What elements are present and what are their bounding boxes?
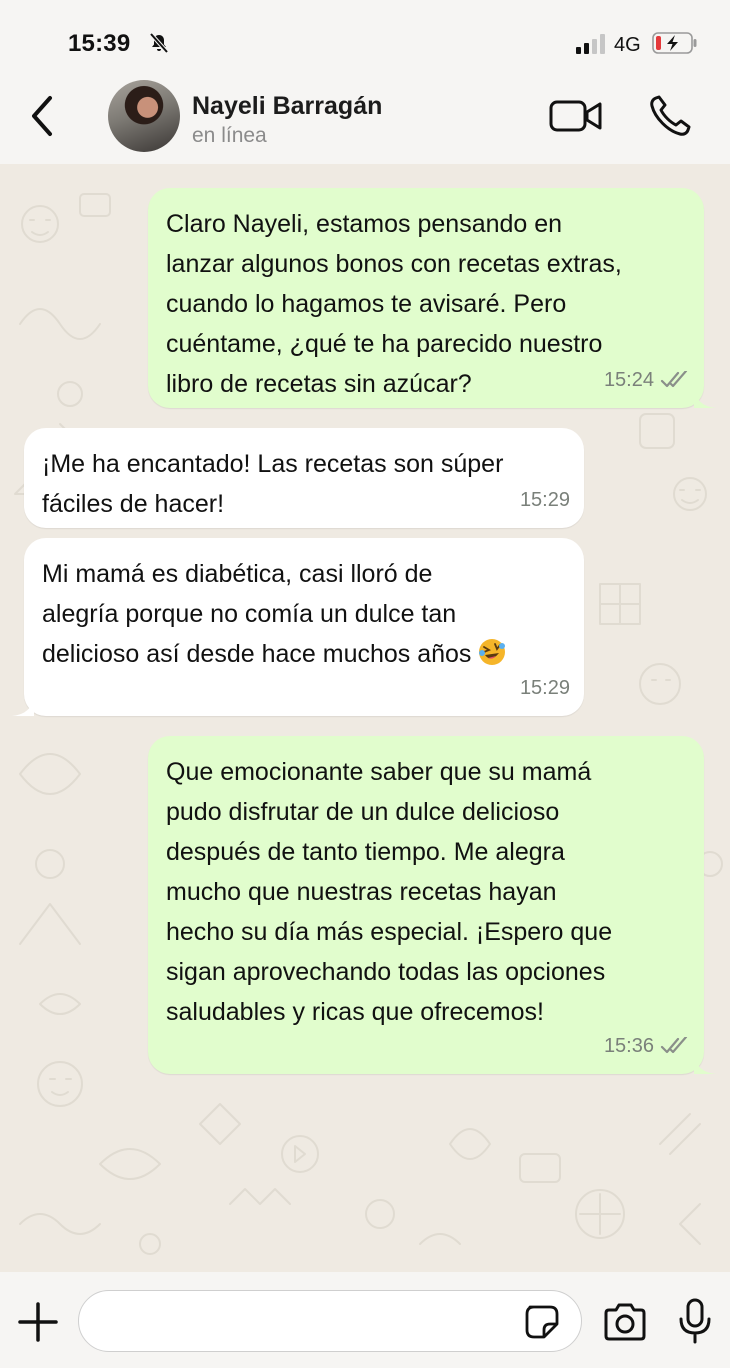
microphone-icon[interactable] — [676, 1298, 714, 1344]
message-time: 15:36 — [603, 1035, 654, 1057]
message-line: cuando lo hagamos te avisaré. Pero — [166, 290, 567, 318]
bubble-tail — [694, 388, 716, 408]
message-line: cuéntame, ¿qué te ha parecido nuestro — [166, 330, 603, 358]
sticker-icon[interactable] — [524, 1304, 560, 1340]
chat-area[interactable]: Claro Nayeli, estamos pensando en lanzar… — [0, 164, 730, 1272]
message-meta: 15:36 — [604, 1026, 690, 1066]
double-check-icon — [660, 371, 688, 388]
message-line: alegría porque no comía un dulce tan — [42, 600, 457, 628]
message-line: fáciles de hacer! — [42, 490, 225, 518]
status-bar: 15:39 4G — [0, 0, 730, 80]
battery-charging-icon — [652, 32, 697, 54]
message-line: hecho su día más especial. ¡Espero que — [166, 918, 613, 946]
message-line: delicioso así desde hace muchos años — [42, 640, 472, 668]
message-text: Mi mamá es diabética, casi lloró de aleg… — [42, 554, 507, 674]
message-line: lanzar algunos bonos con recetas extras, — [166, 250, 622, 278]
message-time: 15:24 — [603, 369, 654, 391]
message-meta: 15:29 — [520, 668, 570, 708]
message-text: Que emocionante saber que su mamá pudo d… — [166, 752, 612, 1032]
message-meta: 15:24 — [604, 360, 690, 400]
phone-icon[interactable] — [648, 94, 692, 138]
network-label: 4G — [614, 34, 641, 56]
message-line: libro de recetas sin azúcar? — [166, 370, 472, 398]
avatar[interactable] — [108, 80, 180, 152]
plus-icon[interactable] — [16, 1300, 60, 1344]
message-bubble-incoming[interactable]: ¡Me ha encantado! Las recetas son súper … — [24, 428, 584, 528]
message-line: Que emocionante saber que su mamá — [166, 758, 592, 786]
video-camera-icon[interactable] — [548, 98, 604, 134]
message-line: mucho que nuestras recetas hayan — [166, 878, 557, 906]
message-line: después de tanto tiempo. Me alegra — [166, 838, 565, 866]
message-line: Claro Nayeli, estamos pensando en — [166, 210, 563, 238]
message-meta: 15:29 — [520, 480, 570, 520]
camera-icon[interactable] — [602, 1302, 648, 1342]
bell-slash-icon — [149, 32, 169, 54]
signal-icon — [576, 34, 605, 54]
message-line: sigan aprovechando todas las opciones — [166, 958, 606, 986]
message-line: saludables y ricas que ofrecemos! — [166, 998, 544, 1026]
bubble-tail — [12, 696, 34, 716]
message-time: 15:29 — [519, 677, 570, 699]
chat-header: Nayeli Barragán en línea — [0, 80, 730, 164]
contact-name[interactable]: Nayeli Barragán — [192, 92, 382, 121]
status-time: 15:39 — [68, 30, 131, 57]
message-bubble-outgoing[interactable]: Claro Nayeli, estamos pensando en lanzar… — [148, 188, 716, 408]
double-check-icon — [660, 1037, 688, 1054]
contact-status: en línea — [192, 124, 267, 147]
bubble-tail — [694, 1054, 716, 1074]
chevron-left-icon[interactable] — [26, 94, 62, 138]
message-text: ¡Me ha encantado! Las recetas son súper … — [42, 444, 503, 524]
message-line: pudo disfrutar de un dulce delicioso — [166, 798, 560, 826]
message-line: ¡Me ha encantado! Las recetas son súper — [42, 450, 504, 478]
message-bubble-outgoing[interactable]: Que emocionante saber que su mamá pudo d… — [148, 736, 716, 1074]
message-input[interactable] — [78, 1290, 582, 1352]
composer — [0, 1272, 730, 1368]
message-bubble-incoming[interactable]: Mi mamá es diabética, casi lloró de aleg… — [12, 538, 584, 716]
rolling-laughing-emoji-icon — [479, 639, 506, 665]
message-line: Mi mamá es diabética, casi lloró de — [42, 560, 433, 588]
message-text: Claro Nayeli, estamos pensando en lanzar… — [166, 204, 622, 404]
message-time: 15:29 — [519, 489, 570, 511]
